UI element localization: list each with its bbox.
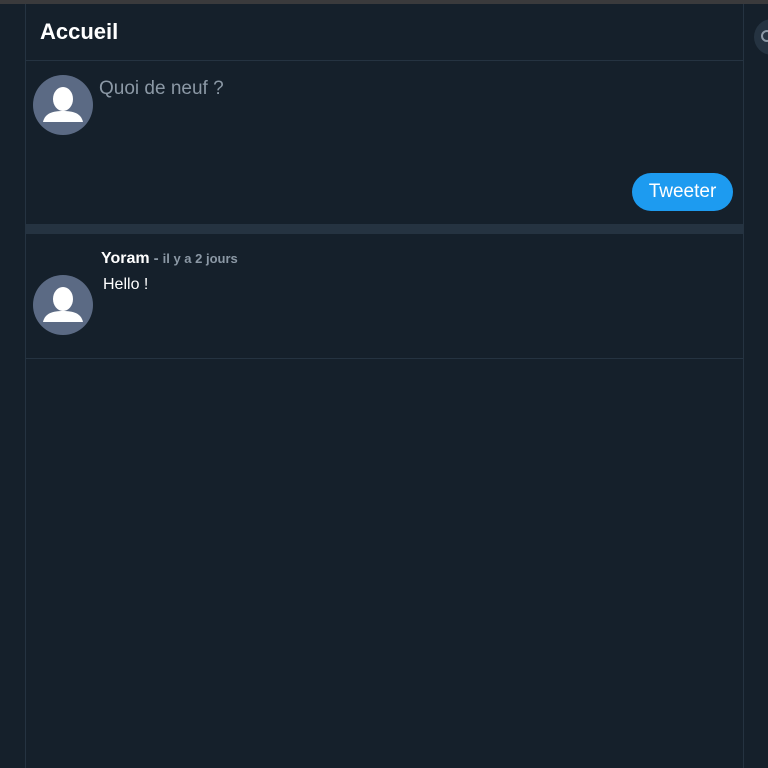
right-sidebar-edge <box>743 4 768 768</box>
avatar[interactable] <box>33 275 93 335</box>
main-timeline: Accueil Tweeter Yoram-il y a 2 jours Hel… <box>26 4 743 768</box>
tweet-header: Yoram - il y a 2 jours <box>101 250 238 268</box>
tweet-item[interactable]: Yoram - il y a 2 jours Hello ! <box>26 234 743 359</box>
default-avatar-icon <box>43 87 83 122</box>
tweet-timestamp[interactable]: il y a 2 jours <box>163 251 238 266</box>
tweet-button[interactable]: Tweeter <box>632 173 733 211</box>
avatar[interactable] <box>33 75 93 135</box>
search-button[interactable] <box>754 19 768 55</box>
page-title: Accueil <box>40 19 119 44</box>
composer-divider <box>26 224 743 234</box>
compose-input[interactable] <box>99 69 699 109</box>
left-sidebar-edge <box>0 4 26 768</box>
default-avatar-icon <box>43 287 83 322</box>
tweet-author[interactable]: Yoram <box>101 250 150 267</box>
tweet-text: Hello ! <box>103 276 149 293</box>
tweet-separator: - <box>153 250 159 267</box>
timeline-header: Accueil <box>26 4 743 61</box>
search-icon <box>761 30 768 42</box>
tweet-composer: Tweeter <box>26 61 743 224</box>
